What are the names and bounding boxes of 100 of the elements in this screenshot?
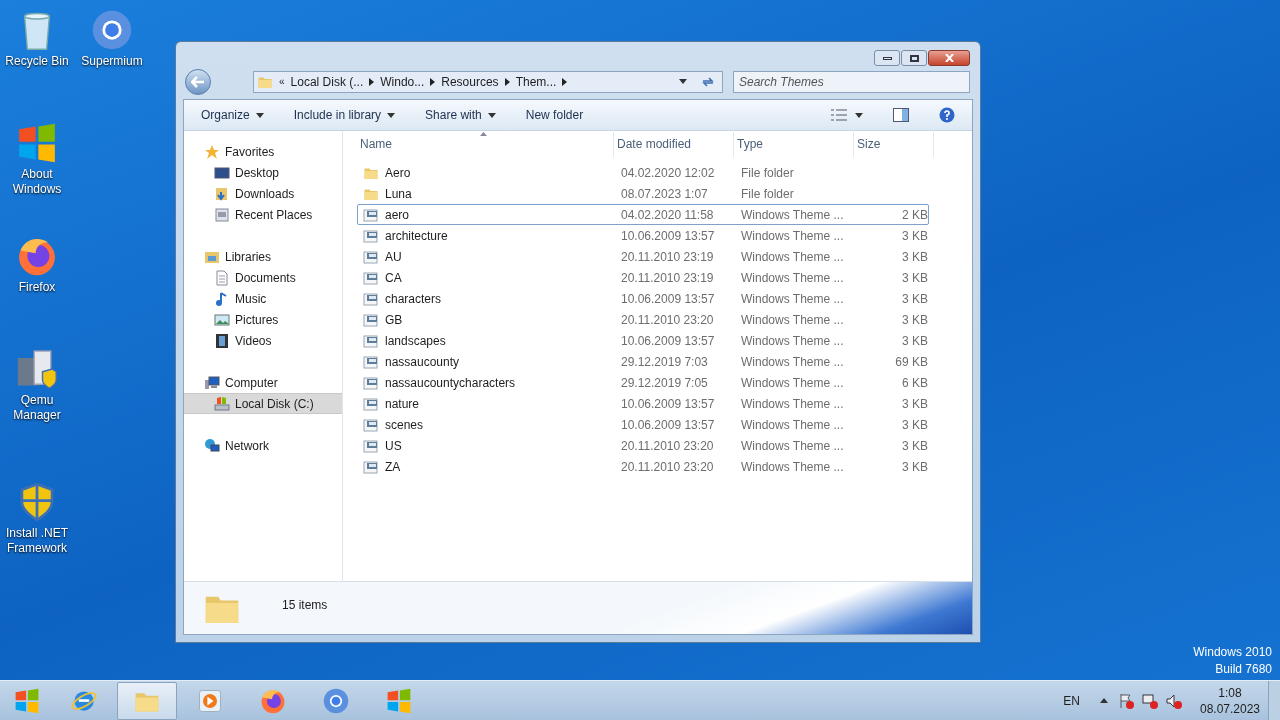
date-cell-text: 08.07.2023 1:07 <box>620 185 709 203</box>
nav-label: Computer <box>225 374 278 392</box>
nav-item[interactable]: Local Disk (C:) <box>184 393 342 414</box>
desktop-shortcut[interactable]: Supermium <box>75 8 149 69</box>
nav-item[interactable]: Documents <box>184 267 342 288</box>
close-button[interactable] <box>928 50 970 66</box>
file-name: nassaucounty <box>385 353 460 371</box>
minimize-button[interactable] <box>874 50 900 66</box>
desktop-shortcut[interactable]: Firefox <box>0 234 74 295</box>
breadcrumb-item[interactable]: Resources <box>441 72 499 91</box>
nav-item[interactable]: Music <box>184 288 342 309</box>
file-row[interactable]: GB 20.11.2010 23:20 Windows Theme ... 3 KB <box>357 309 929 330</box>
file-row[interactable]: ZA 20.11.2010 23:20 Windows Theme ... 3 KB <box>357 456 929 477</box>
column-header[interactable]: Date modified <box>614 130 734 157</box>
file-row[interactable]: nassaucountycharacters 29.12.2019 7:05 Windows Theme ... 6 KB <box>357 372 929 393</box>
nav-item[interactable]: Favorites <box>184 141 342 162</box>
speaker-muted-icon[interactable] <box>1166 692 1182 709</box>
size-cell-text: 3 KB <box>902 416 928 434</box>
file-row[interactable]: Aero 04.02.2020 12:02 File folder <box>357 162 929 183</box>
chevron-icon <box>430 77 436 86</box>
theme-file-icon <box>363 311 379 328</box>
disk-drive-icon <box>214 395 230 412</box>
windows-flag-icon <box>13 686 41 715</box>
shortcut-label: Install .NET Framework <box>5 526 69 556</box>
date-cell-text: 20.11.2010 23:19 <box>620 248 715 266</box>
column-header[interactable]: Size <box>854 130 934 157</box>
toolbar-button[interactable]: New folder <box>525 106 584 124</box>
nav-item[interactable]: Downloads <box>184 183 342 204</box>
type-cell-text: Windows Theme ... <box>740 374 845 392</box>
language-indicator[interactable]: EN <box>1063 691 1080 710</box>
desktop-shortcut[interactable]: Qemu Manager <box>0 347 74 423</box>
file-row[interactable]: nassaucounty 29.12.2019 7:03 Windows Theme ... 69 KB <box>357 351 929 372</box>
desktop-shortcut[interactable]: About Windows <box>0 121 74 197</box>
file-row[interactable]: architecture 10.06.2009 13:57 Windows Theme ... 3 KB <box>357 225 929 246</box>
toolbar-button[interactable]: Organize <box>201 106 264 124</box>
help-icon[interactable] <box>939 107 955 123</box>
caret-icon <box>679 79 687 84</box>
column-header[interactable]: Name <box>357 130 614 157</box>
taskbar-button[interactable] <box>117 681 177 720</box>
nav-item[interactable]: Desktop <box>184 162 342 183</box>
theme-file-icon <box>363 269 379 286</box>
theme-file-icon <box>363 332 379 349</box>
file-row[interactable]: US 20.11.2010 23:20 Windows Theme ... 3 KB <box>357 435 929 456</box>
network-icon <box>204 437 220 454</box>
type-cell-text: File folder <box>740 164 795 182</box>
desktop-shortcut[interactable]: Recycle Bin <box>0 8 74 69</box>
file-row[interactable]: scenes 10.06.2009 13:57 Windows Theme ... 3 KB <box>357 414 929 435</box>
close-icon <box>944 54 954 62</box>
server-icon <box>15 347 59 391</box>
os-build-text: Windows 2010 <box>1193 644 1272 661</box>
windows-flag-icon <box>385 686 413 715</box>
network-alert-icon[interactable] <box>1142 692 1158 709</box>
breadcrumb-item[interactable]: Windo... <box>380 72 425 91</box>
breadcrumb-item[interactable]: Local Disk (... <box>290 72 364 91</box>
size-cell-text: 3 KB <box>902 290 928 308</box>
size-cell-text: 3 KB <box>902 227 928 245</box>
view-options-button[interactable] <box>831 109 863 121</box>
search-field[interactable]: Search Themes <box>733 70 970 93</box>
file-row[interactable]: aero 04.02.2020 11:58 Windows Theme ... 2 KB <box>357 204 929 225</box>
shortcut-label: Firefox <box>17 280 57 295</box>
computer-icon <box>204 374 220 391</box>
star-icon <box>204 143 220 160</box>
file-row[interactable]: characters 10.06.2009 13:57 Windows Theme ... 3 KB <box>357 288 929 309</box>
maximize-button[interactable] <box>901 50 927 66</box>
theme-file-icon <box>363 437 379 454</box>
size-cell-text: 3 KB <box>902 437 928 455</box>
file-row[interactable]: AU 20.11.2010 23:19 Windows Theme ... 3 KB <box>357 246 929 267</box>
breadcrumb-item[interactable]: Them... <box>515 72 557 91</box>
tray-expand-icon[interactable] <box>1100 698 1108 703</box>
clock[interactable]: 1:08 08.07.2023 <box>1192 684 1268 717</box>
file-row[interactable]: landscapes 10.06.2009 13:57 Windows Theme ... 3 KB <box>357 330 929 351</box>
show-desktop-button[interactable] <box>1268 680 1280 720</box>
date-cell-text: 20.11.2010 23:20 <box>620 437 715 455</box>
nav-item[interactable]: Pictures <box>184 309 342 330</box>
nav-item[interactable]: Libraries <box>184 246 342 267</box>
preview-pane-icon[interactable] <box>893 108 909 122</box>
address-bar[interactable]: « Local Disk (... Windo... Resources Them... <box>253 70 723 93</box>
size-cell-text: 2 KB <box>902 206 928 224</box>
back-button[interactable] <box>185 68 211 95</box>
column-header[interactable]: Type <box>734 130 854 157</box>
file-row[interactable]: nature 10.06.2009 13:57 Windows Theme ... 3 KB <box>357 393 929 414</box>
date-cell-text: 29.12.2019 7:03 <box>620 353 709 371</box>
nav-item[interactable]: Computer <box>184 372 342 393</box>
os-build-text: Build 7680 <box>1214 661 1272 678</box>
monitor-icon <box>214 164 230 181</box>
date-cell-text: 20.11.2010 23:20 <box>620 458 715 476</box>
back-arrow-icon <box>191 75 205 88</box>
nav-item[interactable]: Videos <box>184 330 342 351</box>
toolbar-button[interactable]: Include in library <box>293 106 396 124</box>
flag-alert-icon[interactable] <box>1118 692 1134 709</box>
file-name: GB <box>385 311 403 329</box>
file-row[interactable]: CA 20.11.2010 23:19 Windows Theme ... 3 KB <box>357 267 929 288</box>
desktop-shortcut[interactable]: Install .NET Framework <box>0 480 74 556</box>
type-cell-text: Windows Theme ... <box>740 290 845 308</box>
toolbar-button[interactable]: Share with <box>425 106 496 124</box>
nav-item[interactable]: Network <box>184 435 342 456</box>
nav-item[interactable]: Recent Places <box>184 204 342 225</box>
file-row[interactable]: Luna 08.07.2023 1:07 File folder <box>357 183 929 204</box>
file-name: US <box>385 437 402 455</box>
refresh-icon[interactable] <box>701 75 715 88</box>
